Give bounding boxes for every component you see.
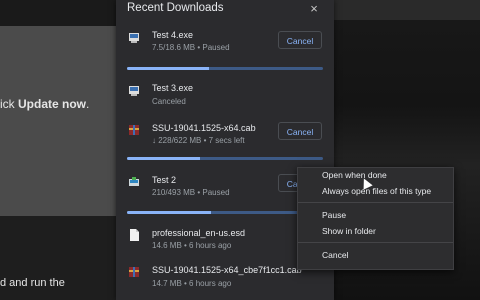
- download-status: 7.5/18.6 MB • Paused: [152, 43, 230, 52]
- menu-item-open-when-done[interactable]: Open when done: [322, 170, 387, 180]
- menu-divider: [298, 242, 453, 243]
- background-text-line-2: d and run the: [0, 277, 65, 289]
- download-status: Canceled: [152, 97, 186, 106]
- menu-item-cancel[interactable]: Cancel: [322, 250, 348, 260]
- cancel-button[interactable]: Cancel: [278, 31, 322, 49]
- panel-title: Recent Downloads: [127, 2, 224, 14]
- download-status: 210/493 MB • Paused: [152, 188, 230, 197]
- cancel-button[interactable]: Cancel: [278, 122, 322, 140]
- menu-item-show-in-folder[interactable]: Show in folder: [322, 226, 376, 236]
- close-icon[interactable]: ×: [308, 1, 320, 16]
- download-progress-bar: [127, 67, 323, 70]
- background-text-bold: Update now: [18, 97, 86, 111]
- download-name: Test 2: [152, 175, 177, 185]
- archive-file-icon: [129, 125, 139, 135]
- background-page-area: [0, 26, 118, 216]
- exe-file-icon: [129, 86, 139, 96]
- download-name: professional_en-us.esd: [152, 228, 246, 238]
- exe-file-icon: [129, 33, 139, 43]
- download-name: SSU-19041.1525-x64_cbe7f1cc1.cab: [152, 265, 302, 275]
- download-progress-fill: [127, 211, 212, 214]
- context-menu: Open when done Always open files of this…: [297, 167, 454, 270]
- download-status: 14.6 MB • 6 hours ago: [152, 241, 232, 250]
- background-text-suffix: .: [86, 97, 90, 111]
- download-progress-bar: [127, 157, 323, 160]
- background-text-line-1: ick Update now.: [0, 97, 89, 111]
- menu-divider: [298, 202, 453, 203]
- archive-file-icon: [129, 267, 139, 277]
- download-name: Test 3.exe: [152, 83, 194, 93]
- menu-item-pause[interactable]: Pause: [322, 210, 346, 220]
- download-status: 14.7 MB • 6 hours ago: [152, 279, 232, 288]
- blank-file-icon: [130, 229, 139, 241]
- installer-file-icon: [129, 177, 139, 186]
- download-name: SSU-19041.1525-x64.cab: [152, 123, 256, 133]
- download-name: Test 4.exe: [152, 30, 194, 40]
- background-image-header: [332, 0, 480, 20]
- download-progress-bar: [127, 211, 323, 214]
- download-progress-fill: [127, 157, 200, 160]
- download-status: ↓ 228/622 MB • 7 secs left: [152, 136, 245, 145]
- menu-item-always-open[interactable]: Always open files of this type: [322, 186, 431, 196]
- background-text-prefix: ick: [0, 97, 18, 111]
- download-progress-fill: [127, 67, 210, 70]
